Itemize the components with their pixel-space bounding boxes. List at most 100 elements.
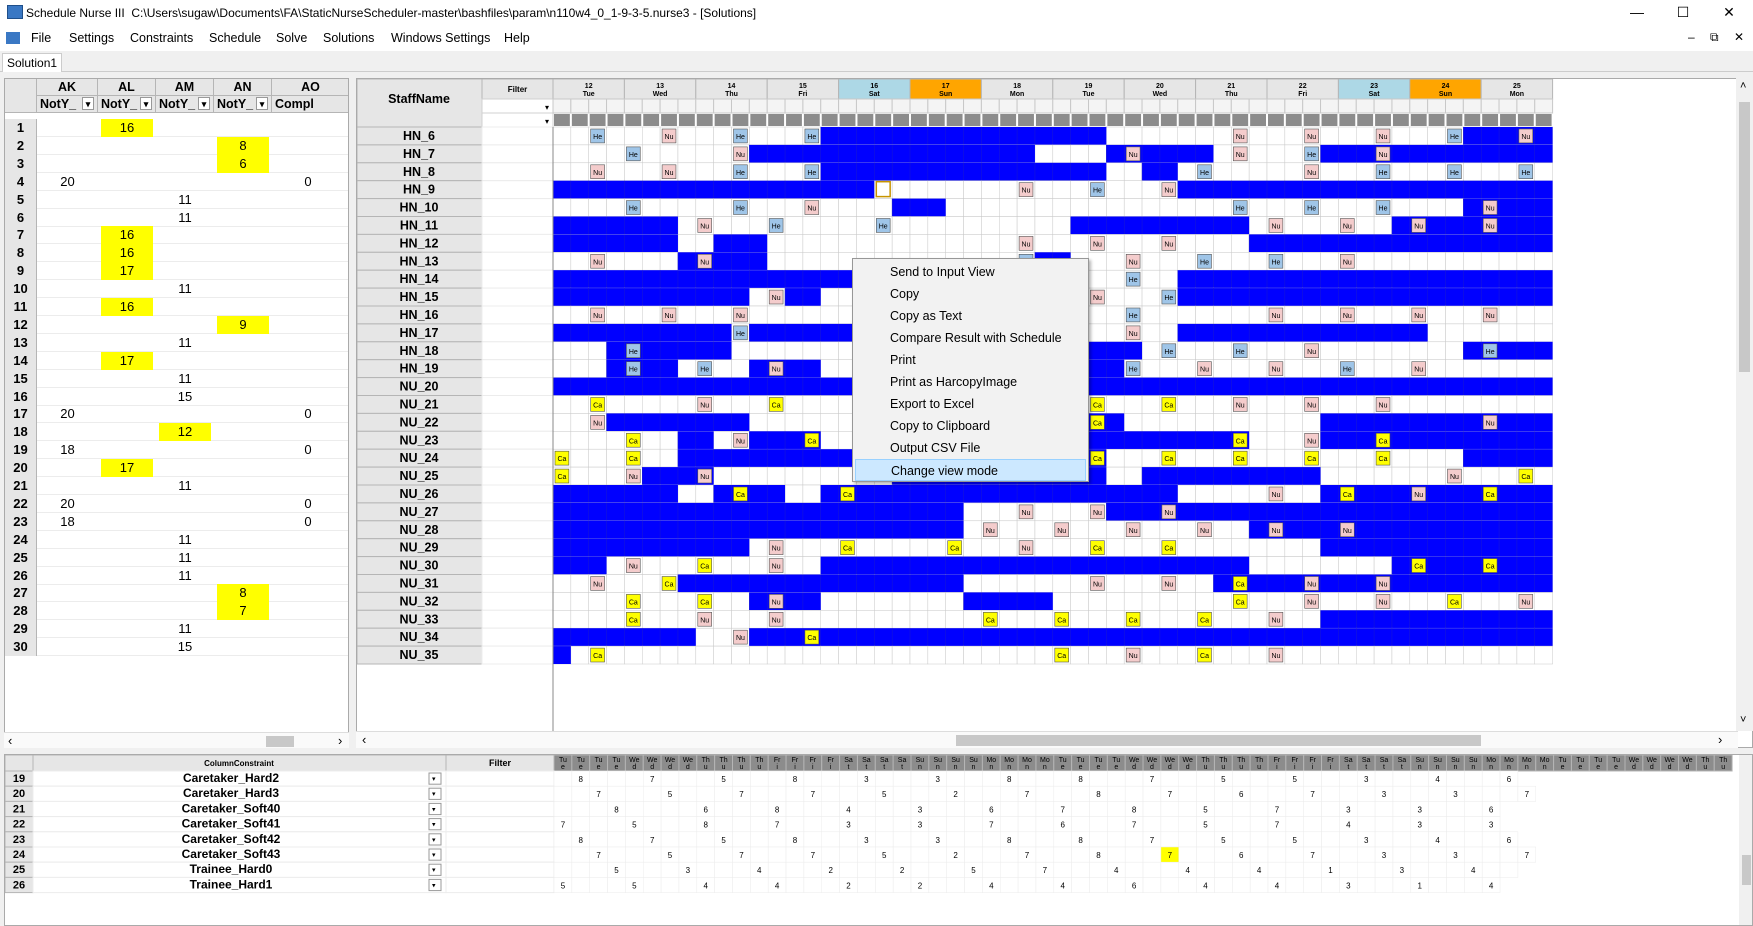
shift-cell[interactable]: [624, 395, 643, 414]
shift-cell[interactable]: [1284, 252, 1303, 271]
constraint-value-cell[interactable]: [1410, 846, 1429, 863]
shift-cell[interactable]: [945, 234, 964, 253]
constraint-value-cell[interactable]: [803, 861, 823, 878]
shift-cell[interactable]: [1248, 216, 1268, 235]
minimize-button[interactable]: —: [1614, 0, 1660, 26]
shift-cell[interactable]: [624, 574, 643, 593]
shift-cell[interactable]: [1159, 645, 1179, 665]
shift-cell[interactable]: [1373, 216, 1393, 235]
constraint-value-cell[interactable]: [1357, 816, 1376, 833]
shift-cell[interactable]: [570, 466, 589, 486]
shift-cell[interactable]: [1391, 466, 1411, 486]
constraint-value-cell[interactable]: [750, 816, 769, 833]
constraint-value-cell[interactable]: [589, 877, 608, 893]
shift-cell[interactable]: [606, 162, 625, 181]
shift-cell[interactable]: [1177, 592, 1196, 611]
shift-cell[interactable]: [570, 305, 589, 325]
shift-cell[interactable]: [1231, 538, 1250, 557]
constraint-value-cell[interactable]: [785, 816, 805, 833]
left-grid-cell[interactable]: [101, 495, 153, 513]
shift-cell[interactable]: [1052, 574, 1071, 593]
shift-cell[interactable]: [999, 180, 1018, 199]
left-grid-cell[interactable]: [159, 513, 211, 531]
shift-cell[interactable]: [1141, 269, 1161, 289]
constraint-value-cell[interactable]: [821, 846, 840, 863]
constraint-value-cell[interactable]: [1107, 801, 1126, 817]
constraint-value-cell[interactable]: [1321, 770, 1340, 787]
constraint-value-cell[interactable]: [1464, 816, 1483, 833]
shift-cell[interactable]: [963, 234, 982, 253]
constraint-value-cell[interactable]: [1214, 846, 1233, 863]
shift-cell[interactable]: [1016, 574, 1036, 593]
constraint-value-cell[interactable]: [1428, 801, 1447, 817]
constraint-value-cell[interactable]: [1446, 770, 1465, 787]
menu-file[interactable]: File: [31, 31, 51, 45]
shift-cell[interactable]: [642, 574, 661, 593]
left-grid-cell[interactable]: [101, 584, 153, 602]
constraint-value-cell[interactable]: [1303, 877, 1322, 893]
shift-cell[interactable]: [1320, 556, 1339, 575]
constraint-value-cell[interactable]: [964, 801, 983, 817]
shift-cell[interactable]: [1338, 645, 1357, 665]
shift-cell[interactable]: [1088, 323, 1107, 343]
shift-cell[interactable]: [1231, 162, 1250, 181]
shift-cell[interactable]: [856, 610, 875, 629]
left-grid-cell[interactable]: [40, 137, 95, 155]
shift-cell[interactable]: [1391, 448, 1411, 468]
constraint-value-cell[interactable]: [1142, 861, 1162, 878]
shift-cell[interactable]: [1266, 448, 1286, 468]
constraint-value-cell[interactable]: [1017, 861, 1037, 878]
shift-cell[interactable]: [1516, 645, 1536, 665]
shift-cell[interactable]: [624, 162, 643, 181]
shift-cell[interactable]: [838, 234, 857, 253]
shift-cell[interactable]: [570, 448, 589, 468]
shift-cell[interactable]: [820, 216, 839, 235]
shift-cell[interactable]: [1123, 180, 1143, 199]
shift-cell[interactable]: [820, 234, 839, 253]
constraint-value-cell[interactable]: [714, 801, 733, 817]
constraint-value-cell[interactable]: [1178, 785, 1197, 802]
shift-cell[interactable]: [1070, 198, 1089, 217]
shift-cell[interactable]: [856, 538, 875, 557]
shift-cell[interactable]: [1159, 359, 1179, 378]
shift-cell[interactable]: [820, 610, 839, 629]
shift-cell[interactable]: [713, 305, 732, 325]
shift-cell[interactable]: [1106, 269, 1125, 289]
shift-cell[interactable]: [1266, 126, 1286, 146]
left-grid-cell[interactable]: [40, 477, 95, 495]
shift-cell[interactable]: [1123, 466, 1143, 486]
constraint-value-cell[interactable]: [1142, 877, 1162, 893]
constraint-value-cell[interactable]: [1428, 816, 1447, 833]
shift-cell[interactable]: [999, 502, 1018, 522]
constraint-value-cell[interactable]: [1267, 831, 1287, 848]
shift-cell[interactable]: [606, 556, 625, 575]
shift-cell[interactable]: [927, 234, 946, 253]
shift-cell[interactable]: [588, 341, 607, 360]
constraint-value-cell[interactable]: [1107, 831, 1126, 848]
shift-cell[interactable]: [784, 556, 804, 575]
shift-cell[interactable]: [1141, 538, 1161, 557]
off-block[interactable]: [1249, 234, 1553, 253]
mdi-minimize-button[interactable]: –: [1688, 30, 1695, 44]
left-grid-cell[interactable]: [217, 567, 269, 585]
shift-cell[interactable]: [1177, 538, 1196, 557]
constraint-value-cell[interactable]: [1035, 816, 1055, 833]
constraint-value-cell[interactable]: [607, 831, 626, 848]
shift-cell[interactable]: [1445, 252, 1464, 271]
shift-cell[interactable]: [856, 645, 875, 665]
shift-cell[interactable]: [749, 413, 768, 432]
constraint-value-cell[interactable]: [910, 846, 930, 863]
left-grid-cell[interactable]: [101, 620, 153, 638]
shift-cell[interactable]: [1373, 466, 1393, 486]
shift-cell[interactable]: [1302, 413, 1321, 432]
column-subheader-ak[interactable]: NotY_ ▾: [37, 96, 98, 113]
shift-cell[interactable]: [1195, 395, 1214, 414]
shift-cell[interactable]: [1034, 520, 1054, 539]
constraint-value-cell[interactable]: [1196, 831, 1215, 848]
shift-cell[interactable]: [659, 645, 679, 665]
shift-cell[interactable]: [1195, 574, 1214, 593]
left-grid-cell[interactable]: [101, 602, 153, 620]
constraint-value-cell[interactable]: [875, 831, 894, 848]
shift-cell[interactable]: [1284, 126, 1303, 146]
shift-cell[interactable]: [1231, 484, 1250, 504]
